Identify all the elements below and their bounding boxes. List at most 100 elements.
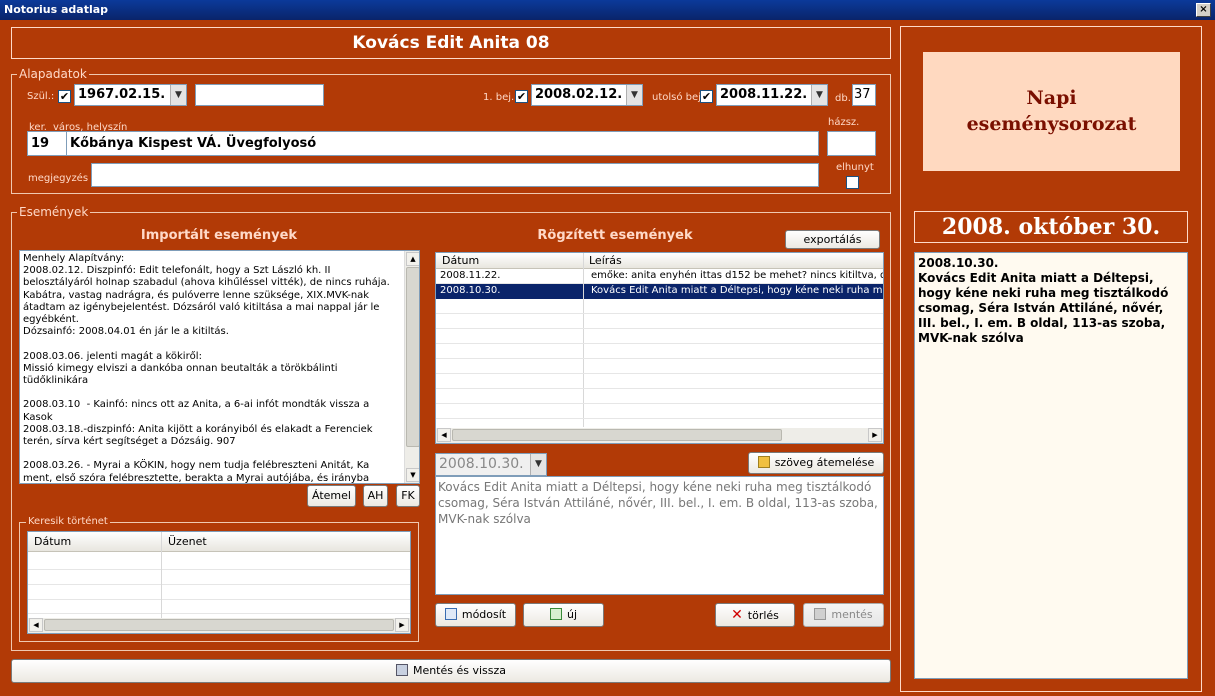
ah-button[interactable]: AH: [363, 485, 388, 507]
mentes-button[interactable]: mentés: [803, 603, 884, 627]
scroll-left-icon[interactable]: ◀: [29, 618, 43, 632]
scroll-thumb[interactable]: [452, 429, 782, 441]
row-datum: 2008.10.30.: [440, 285, 501, 296]
detail-date-combo[interactable]: 2008.10.30. ▼: [435, 453, 547, 476]
mentes-es-vissza-button[interactable]: Mentés és vissza: [11, 659, 891, 683]
col-datum: Dátum: [34, 535, 72, 548]
table-row[interactable]: 2008.11.22. emőke: anita enyhén ittas d1…: [436, 269, 883, 284]
grid-row-line: [436, 418, 883, 419]
close-icon: ×: [1199, 4, 1208, 15]
bej1-date-value: 2008.02.12.: [535, 87, 623, 102]
keresik-grid[interactable]: Dátum Üzenet ◀ ▶: [27, 531, 411, 634]
grid-row-line: [436, 388, 883, 389]
szul-extra-field[interactable]: [195, 84, 324, 106]
col-leiras: Leírás: [589, 254, 622, 267]
chevron-down-icon[interactable]: ▼: [530, 454, 546, 475]
elhunyt-checkbox[interactable]: [846, 176, 859, 189]
new-icon: [549, 608, 562, 620]
scroll-thumb[interactable]: [406, 267, 419, 447]
daily-memo-date: 2008.10.30.: [918, 256, 999, 270]
db-label: db.: [835, 93, 851, 104]
grid-row-line: [28, 599, 410, 600]
atemel-button[interactable]: Átemel: [307, 485, 356, 507]
delete-icon: ✕: [731, 607, 743, 623]
bej1-checkbox[interactable]: ✔: [515, 90, 528, 103]
col-divider: [583, 253, 584, 269]
hazsz-label: házsz.: [828, 117, 860, 128]
scroll-left-icon[interactable]: ◀: [437, 428, 451, 442]
window-titlebar: Notorius adatlap: [0, 0, 1215, 20]
szul-date-picker[interactable]: 1967.02.15. ▼: [74, 84, 187, 106]
utolso-bej-checkbox[interactable]: ✔: [700, 90, 713, 103]
napi-line-1: Napi: [1026, 87, 1077, 109]
grid-row-line: [436, 403, 883, 404]
col-divider: [161, 532, 162, 552]
scroll-up-icon[interactable]: ▲: [406, 252, 419, 266]
torles-button[interactable]: ✕ törlés: [715, 603, 795, 627]
page-title: Kovács Edit Anita 08: [11, 27, 891, 59]
szul-label: Szül.:: [27, 91, 55, 102]
db-field[interactable]: 37: [852, 84, 876, 106]
col-uzenet: Üzenet: [168, 535, 207, 548]
elhunyt-label: elhunyt: [836, 162, 874, 173]
recorded-hscrollbar[interactable]: ◀ ▶: [436, 428, 883, 443]
utolso-bej-label: utolsó bej.: [652, 92, 705, 103]
szul-date-value: 1967.02.15.: [78, 87, 166, 102]
napi-line-2: eseménysorozat: [966, 113, 1137, 135]
edit-icon: [444, 608, 457, 620]
imported-events-memo[interactable]: Menhely Alapítvány: 2008.02.12. Diszpinf…: [19, 250, 420, 484]
scroll-right-icon[interactable]: ▶: [868, 428, 882, 442]
imported-events-title: Importált események: [140, 228, 298, 243]
megjegyzes-field[interactable]: [91, 163, 819, 187]
detail-text-memo[interactable]: Kovács Edit Anita miatt a Déltepsi, hogy…: [435, 476, 884, 595]
modosit-label: módosít: [461, 608, 507, 621]
grid-row-line: [28, 584, 410, 585]
export-button[interactable]: exportálás: [785, 230, 880, 249]
mentes-es-vissza-label: Mentés és vissza: [412, 664, 507, 677]
chevron-down-icon[interactable]: ▼: [811, 85, 827, 105]
szoveg-atemelese-label: szöveg átemelése: [774, 456, 875, 469]
bej1-label: 1. bej.: [483, 92, 515, 103]
daily-memo-text: Kovács Edit Anita miatt a Déltepsi, hogy…: [918, 271, 1169, 345]
keresik-grid-header: Dátum Üzenet: [28, 532, 410, 552]
date-banner: 2008. október 30.: [914, 211, 1188, 243]
scroll-thumb[interactable]: [44, 619, 394, 631]
modosit-button[interactable]: módosít: [435, 603, 516, 627]
grid-row-line: [436, 328, 883, 329]
fk-button[interactable]: FK: [396, 485, 420, 507]
daily-events-memo[interactable]: 2008.10.30. Kovács Edit Anita miatt a Dé…: [914, 252, 1188, 679]
keresik-label: Keresik történet: [26, 515, 110, 529]
grid-row-line: [436, 358, 883, 359]
row-leiras: emőke: anita enyhén ittas d152 be mehet?…: [591, 270, 883, 281]
utolso-bej-date-value: 2008.11.22.: [720, 87, 808, 102]
close-button[interactable]: ×: [1196, 3, 1211, 17]
grid-row-line: [28, 613, 410, 614]
napi-esemenysorozat-box: Napi eseménysorozat: [923, 52, 1180, 171]
recorded-events-grid[interactable]: Dátum Leírás 2008.11.22. emőke: anita en…: [435, 252, 884, 444]
chevron-down-icon[interactable]: ▼: [626, 85, 642, 105]
alapadatok-label: Alapadatok: [17, 67, 89, 81]
chevron-down-icon[interactable]: ▼: [170, 85, 186, 105]
scroll-right-icon[interactable]: ▶: [395, 618, 409, 632]
varos-field[interactable]: Kőbánya Kispest VÁ. Üvegfolyosó: [66, 131, 819, 156]
imported-scrollbar[interactable]: ▲ ▼: [404, 251, 419, 483]
imported-events-text: Menhely Alapítvány: 2008.02.12. Diszpinf…: [23, 253, 390, 484]
detail-date-value: 2008.10.30.: [439, 456, 524, 472]
grid-row-line: [28, 569, 410, 570]
scroll-down-icon[interactable]: ▼: [406, 468, 419, 482]
bej1-date-picker[interactable]: 2008.02.12. ▼: [531, 84, 643, 106]
szul-checkbox[interactable]: ✔: [58, 90, 71, 103]
ker-field[interactable]: 19: [27, 131, 68, 156]
col-datum: Dátum: [442, 254, 480, 267]
save-icon: [814, 608, 827, 620]
szoveg-atemelese-button[interactable]: szöveg átemelése: [748, 452, 884, 474]
uj-label: új: [566, 608, 578, 621]
recorded-events-title: Rögzített események: [537, 228, 693, 243]
uj-button[interactable]: új: [523, 603, 604, 627]
table-row-selected[interactable]: 2008.10.30. Kovács Edit Anita miatt a Dé…: [436, 284, 883, 299]
keresik-hscrollbar[interactable]: ◀ ▶: [28, 618, 410, 633]
folder-icon: [757, 456, 770, 468]
esemenyek-label: Események: [17, 205, 91, 219]
hazsz-field[interactable]: [827, 131, 876, 156]
utolso-bej-date-picker[interactable]: 2008.11.22. ▼: [716, 84, 828, 106]
